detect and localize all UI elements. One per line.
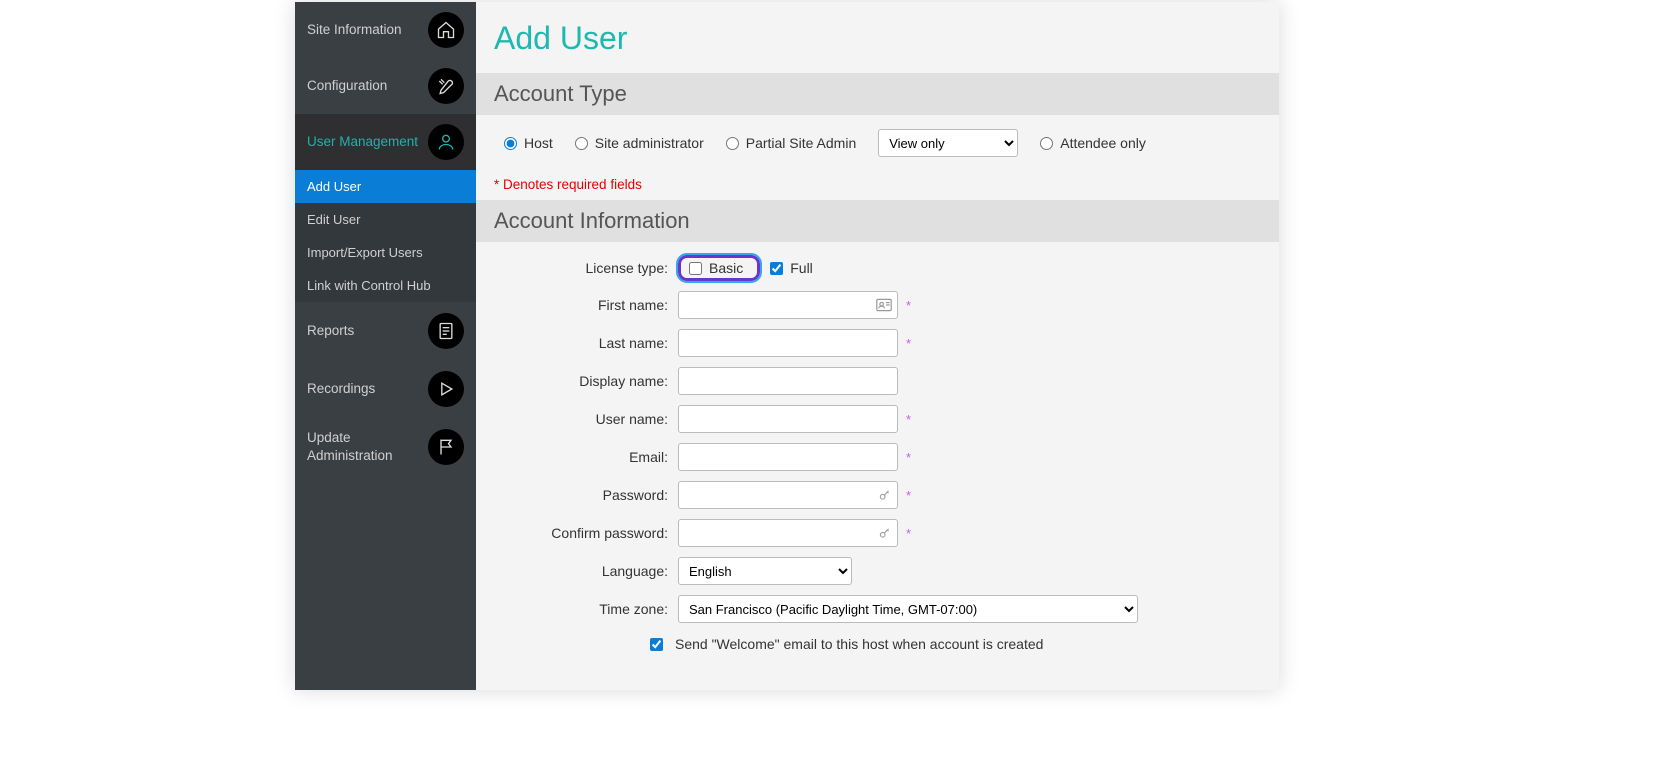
section-account-type-header: Account Type: [476, 73, 1279, 115]
label-display-name: Display name:: [494, 373, 678, 389]
sub-label: Import/Export Users: [307, 245, 423, 260]
radio-partial-admin[interactable]: Partial Site Admin: [726, 135, 857, 151]
tools-icon: [428, 68, 464, 104]
input-password[interactable]: [678, 481, 898, 509]
sidebar-label: Site Information: [307, 21, 428, 39]
input-user-name[interactable]: [678, 405, 898, 433]
label-last-name: Last name:: [494, 335, 678, 351]
required-star: *: [906, 412, 911, 427]
row-user-name: User name: *: [494, 400, 1261, 438]
license-basic-label: Basic: [709, 260, 743, 276]
sidebar-sub-add-user[interactable]: Add User: [295, 170, 476, 203]
row-welcome-email: Send "Welcome" email to this host when a…: [494, 628, 1261, 664]
sidebar-sub-link-control-hub[interactable]: Link with Control Hub: [295, 269, 476, 302]
row-time-zone: Time zone: San Francisco (Pacific Daylig…: [494, 590, 1261, 628]
main-panel: Add User Account Type Host Site administ…: [476, 2, 1279, 690]
input-first-name[interactable]: [678, 291, 898, 319]
label-time-zone: Time zone:: [494, 601, 678, 617]
select-language[interactable]: English: [678, 557, 852, 585]
sidebar-sub-edit-user[interactable]: Edit User: [295, 203, 476, 236]
row-email: Email: *: [494, 438, 1261, 476]
sidebar: Site Information Configuration User Mana…: [295, 2, 476, 690]
radio-site-admin[interactable]: Site administrator: [575, 135, 704, 151]
label-confirm-password: Confirm password:: [494, 525, 678, 541]
sidebar-label: User Management: [307, 133, 428, 151]
sub-label: Link with Control Hub: [307, 278, 431, 293]
document-icon: [428, 313, 464, 349]
sidebar-item-reports[interactable]: Reports: [295, 302, 476, 360]
required-star: *: [906, 526, 911, 541]
row-confirm-password: Confirm password: *: [494, 514, 1261, 552]
input-display-name[interactable]: [678, 367, 898, 395]
section-account-info-header: Account Information: [476, 200, 1279, 242]
sidebar-item-configuration[interactable]: Configuration: [295, 58, 476, 114]
license-full[interactable]: Full: [770, 260, 813, 276]
row-last-name: Last name: *: [494, 324, 1261, 362]
sidebar-label: Recordings: [307, 380, 428, 398]
sidebar-sub-import-export[interactable]: Import/Export Users: [295, 236, 476, 269]
license-options: Basic Full: [678, 255, 813, 281]
radio-host[interactable]: Host: [504, 135, 553, 151]
radio-site-admin-input[interactable]: [575, 137, 588, 150]
row-language: Language: English: [494, 552, 1261, 590]
radio-attendee-only-input[interactable]: [1040, 137, 1053, 150]
checkbox-welcome-email[interactable]: [650, 638, 663, 651]
radio-host-input[interactable]: [504, 137, 517, 150]
radio-label: Partial Site Admin: [746, 135, 857, 151]
app-window: Site Information Configuration User Mana…: [295, 2, 1279, 690]
required-star: *: [906, 488, 911, 503]
label-user-name: User name:: [494, 411, 678, 427]
label-language: Language:: [494, 563, 678, 579]
row-display-name: Display name:: [494, 362, 1261, 400]
home-icon: [428, 12, 464, 48]
sidebar-item-site-information[interactable]: Site Information: [295, 2, 476, 58]
play-icon: [428, 371, 464, 407]
required-star: *: [906, 298, 911, 313]
label-license-type: License type:: [494, 260, 678, 276]
sidebar-label: Update Administration: [307, 429, 428, 464]
sidebar-submenu-user-management: Add User Edit User Import/Export Users L…: [295, 170, 476, 302]
sidebar-label: Reports: [307, 322, 428, 340]
input-last-name[interactable]: [678, 329, 898, 357]
required-star: *: [906, 450, 911, 465]
checkbox-license-full[interactable]: [770, 262, 783, 275]
page-title: Add User: [494, 20, 1261, 57]
label-password: Password:: [494, 487, 678, 503]
radio-label: Host: [524, 135, 553, 151]
license-basic-highlight[interactable]: Basic: [678, 255, 760, 281]
account-type-row: Host Site administrator Partial Site Adm…: [494, 115, 1261, 171]
sub-label: Add User: [307, 179, 361, 194]
radio-label: Attendee only: [1060, 135, 1146, 151]
sidebar-label: Configuration: [307, 77, 428, 95]
row-password: Password: *: [494, 476, 1261, 514]
sidebar-item-update-administration[interactable]: Update Administration: [295, 418, 476, 476]
flag-icon: [428, 429, 464, 465]
sidebar-item-recordings[interactable]: Recordings: [295, 360, 476, 418]
input-wrap-password: [678, 481, 898, 509]
sidebar-item-user-management[interactable]: User Management: [295, 114, 476, 170]
required-star: *: [906, 336, 911, 351]
select-time-zone[interactable]: San Francisco (Pacific Daylight Time, GM…: [678, 595, 1138, 623]
welcome-email-label: Send "Welcome" email to this host when a…: [675, 636, 1043, 652]
sub-label: Edit User: [307, 212, 360, 227]
required-fields-note: * Denotes required fields: [494, 171, 1261, 200]
radio-label: Site administrator: [595, 135, 704, 151]
input-wrap-first-name: [678, 291, 898, 319]
user-icon: [428, 124, 464, 160]
radio-attendee-only[interactable]: Attendee only: [1040, 135, 1146, 151]
label-first-name: First name:: [494, 297, 678, 313]
license-full-label: Full: [790, 260, 813, 276]
input-wrap-confirm-password: [678, 519, 898, 547]
partial-admin-select[interactable]: View only: [878, 129, 1018, 157]
input-email[interactable]: [678, 443, 898, 471]
row-first-name: First name: *: [494, 286, 1261, 324]
row-license-type: License type: Basic Full: [494, 250, 1261, 286]
checkbox-license-basic[interactable]: [689, 262, 702, 275]
label-email: Email:: [494, 449, 678, 465]
radio-partial-admin-input[interactable]: [726, 137, 739, 150]
input-confirm-password[interactable]: [678, 519, 898, 547]
